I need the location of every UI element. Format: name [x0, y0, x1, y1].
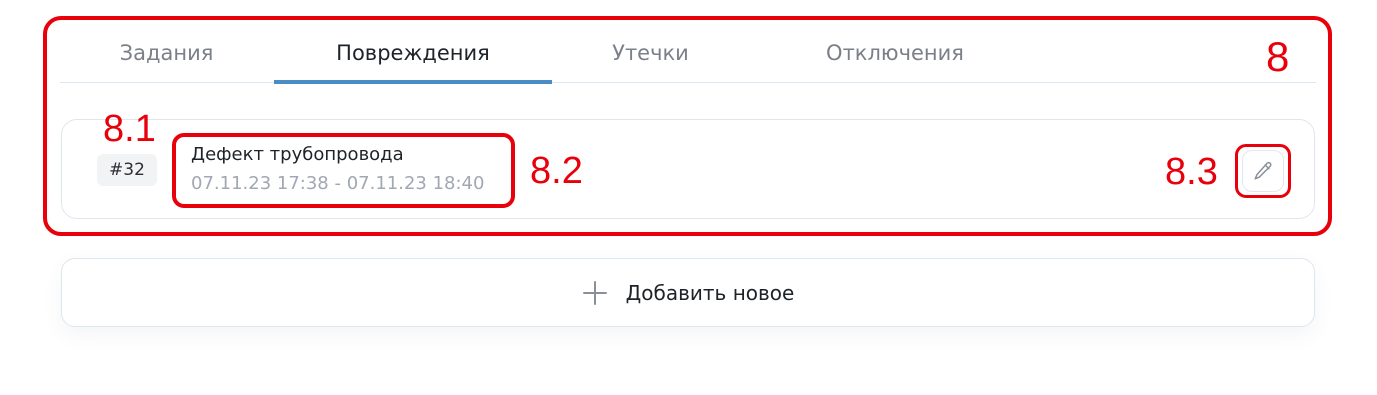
tab-leaks-label: Утечки: [612, 41, 689, 65]
add-new-button[interactable]: Добавить новое: [61, 258, 1315, 327]
annotation-label-edit-button: 8.3: [1165, 151, 1218, 193]
record-dates: 07.11.23 17:38 - 07.11.23 18:40: [191, 173, 485, 194]
tab-outages-label: Отключения: [826, 41, 964, 65]
tab-outages[interactable]: Отключения: [800, 26, 990, 82]
add-new-label: Добавить новое: [625, 280, 795, 305]
plus-icon: [582, 280, 607, 305]
damage-record-card[interactable]: #32 Дефект трубопровода 07.11.23 17:38 -…: [61, 119, 1315, 219]
tab-damages-label: Повреждения: [336, 41, 490, 65]
annotation-label-record-info: 8.2: [530, 150, 583, 192]
active-tab-indicator: [274, 80, 552, 84]
tab-tasks-label: Задания: [119, 41, 214, 65]
tab-leaks[interactable]: Утечки: [582, 26, 719, 82]
tab-bar: Задания Повреждения Утечки Отключения: [60, 26, 1316, 84]
annotation-label-id-badge: 8.1: [103, 108, 156, 150]
annotation-label-area: 8: [1266, 33, 1290, 80]
record-title: Дефект трубопровода: [191, 144, 404, 165]
tab-tasks[interactable]: Задания: [90, 26, 243, 82]
damage-panel: Задания Повреждения Утечки Отключения #3…: [0, 0, 1377, 395]
edit-button[interactable]: [1242, 150, 1284, 192]
record-id-badge: #32: [97, 154, 157, 186]
tab-damages[interactable]: Повреждения: [274, 26, 552, 84]
pencil-icon: [1254, 161, 1272, 180]
